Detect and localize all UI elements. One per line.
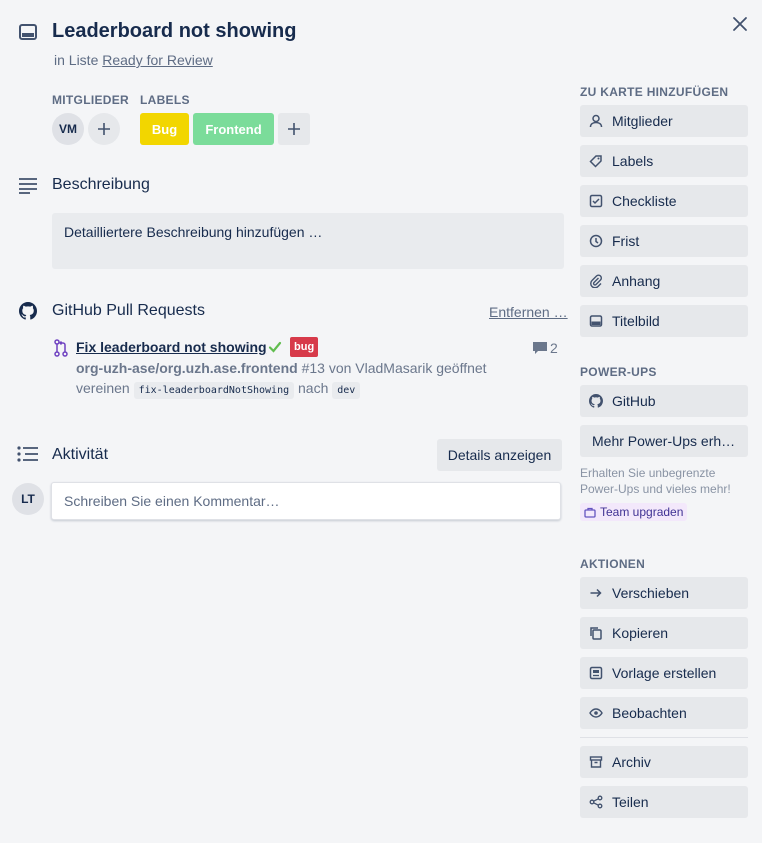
pr-repo-line: org-uzh-ase/org.uzh.ase.frontend #13 von… <box>76 360 487 376</box>
show-details-button[interactable]: Details anzeigen <box>437 439 562 471</box>
sidebar-share-label: Teilen <box>612 794 649 810</box>
user-avatar[interactable]: LT <box>12 483 44 515</box>
list-prefix: in Liste <box>54 52 99 68</box>
team-upgrade-button[interactable]: Team upgraden <box>580 503 688 521</box>
label-frontend[interactable]: Frontend <box>193 113 274 145</box>
description-heading: Beschreibung <box>52 176 150 193</box>
github-heading: GitHub Pull Requests <box>52 302 205 319</box>
sidebar-cover-label: Titelbild <box>612 313 660 329</box>
sidebar-due-label: Frist <box>612 233 640 249</box>
checkbox-icon <box>588 193 604 209</box>
add-member-button[interactable] <box>88 113 120 145</box>
briefcase-icon <box>584 507 596 518</box>
description-field[interactable]: Detailliertere Beschreibung hinzufügen … <box>52 213 564 269</box>
actions-heading: AKTIONEN <box>580 557 646 571</box>
close-icon[interactable] <box>730 14 750 34</box>
sidebar-labels-label: Labels <box>612 153 654 169</box>
description-icon <box>18 176 38 194</box>
github-icon <box>588 393 604 409</box>
member-avatar[interactable]: VM <box>52 113 84 145</box>
labels-heading: LABELS <box>140 93 190 107</box>
github-icon <box>19 302 37 320</box>
team-upgrade-label: Team upgraden <box>600 505 684 519</box>
sidebar-checklist-button[interactable]: Checkliste <box>580 185 748 217</box>
pr-title-link[interactable]: Fix leaderboard not showing <box>76 339 267 355</box>
pull-request-icon <box>54 339 68 357</box>
arrow-right-icon <box>588 585 604 601</box>
list-link[interactable]: Ready for Review <box>102 52 213 68</box>
add-to-card-heading: ZU KARTE HINZUFÜGEN <box>580 85 729 99</box>
powerups-heading: POWER-UPS <box>580 365 657 379</box>
pr-merge-line: vereinen fix-leaderboardNotShowing nach … <box>76 380 361 399</box>
remove-github-link[interactable]: Entfernen … <box>489 304 568 320</box>
activity-icon <box>17 446 39 462</box>
paperclip-icon <box>588 273 604 289</box>
comment-input[interactable]: Schreiben Sie einen Kommentar… <box>51 482 561 520</box>
copy-icon <box>588 625 604 641</box>
template-icon <box>588 665 604 681</box>
sidebar-share-button[interactable]: Teilen <box>580 786 748 818</box>
sidebar-github-button[interactable]: GitHub <box>580 385 748 417</box>
sidebar-template-label: Vorlage erstellen <box>612 665 717 681</box>
sidebar-watch-label: Beobachten <box>612 705 687 721</box>
card-cover-icon <box>588 313 604 329</box>
members-heading: MITGLIEDER <box>52 93 129 107</box>
more-powerups-button[interactable]: Mehr Power-Ups erh… <box>580 425 748 457</box>
eye-icon <box>588 705 604 721</box>
sidebar-cover-button[interactable]: Titelbild <box>580 305 748 337</box>
comment-count: 2 <box>550 340 558 356</box>
tag-icon <box>588 153 604 169</box>
sidebar-move-button[interactable]: Verschieben <box>580 577 748 609</box>
pr-label-badge: bug <box>290 337 319 357</box>
sidebar-watch-button[interactable]: Beobachten <box>580 697 748 729</box>
actions-divider <box>580 737 748 738</box>
sidebar-archive-button[interactable]: Archiv <box>580 746 748 778</box>
plus-icon <box>287 122 301 136</box>
sidebar-copy-button[interactable]: Kopieren <box>580 617 748 649</box>
add-label-button[interactable] <box>278 113 310 145</box>
merge-middle: nach <box>298 380 329 396</box>
card-icon <box>18 22 38 42</box>
share-icon <box>588 794 604 810</box>
sidebar-copy-label: Kopieren <box>612 625 669 641</box>
activity-heading: Aktivität <box>52 446 109 463</box>
source-branch: fix-leaderboardNotShowing <box>133 382 295 399</box>
card-title[interactable]: Leaderboard not showing <box>52 20 296 43</box>
upgrade-note: Erhalten Sie unbegrenzte Power-Ups und v… <box>580 466 731 496</box>
sidebar-checklist-label: Checkliste <box>612 193 677 209</box>
check-icon <box>268 340 282 354</box>
card-list-info: in Liste Ready for Review <box>54 52 213 68</box>
sidebar-members-label: Mitglieder <box>612 113 673 129</box>
label-bug[interactable]: Bug <box>140 113 189 145</box>
sidebar-attachment-button[interactable]: Anhang <box>580 265 748 297</box>
sidebar-attachment-label: Anhang <box>612 273 661 289</box>
clock-icon <box>588 233 604 249</box>
comment-icon <box>532 341 548 355</box>
sidebar-labels-button[interactable]: Labels <box>580 145 748 177</box>
pr-details: #13 von VladMasarik geöffnet <box>301 360 487 376</box>
person-icon <box>588 113 604 129</box>
merge-prefix: vereinen <box>76 380 130 396</box>
sidebar-archive-label: Archiv <box>612 754 651 770</box>
sidebar-move-label: Verschieben <box>612 585 690 601</box>
plus-icon <box>97 122 111 136</box>
target-branch: dev <box>332 382 361 399</box>
sidebar-due-button[interactable]: Frist <box>580 225 748 257</box>
sidebar-members-button[interactable]: Mitglieder <box>580 105 748 137</box>
pr-repo[interactable]: org-uzh-ase/org.uzh.ase.frontend <box>76 360 298 376</box>
sidebar-template-button[interactable]: Vorlage erstellen <box>580 657 748 689</box>
archive-icon <box>588 754 604 770</box>
sidebar-github-label: GitHub <box>612 393 656 409</box>
